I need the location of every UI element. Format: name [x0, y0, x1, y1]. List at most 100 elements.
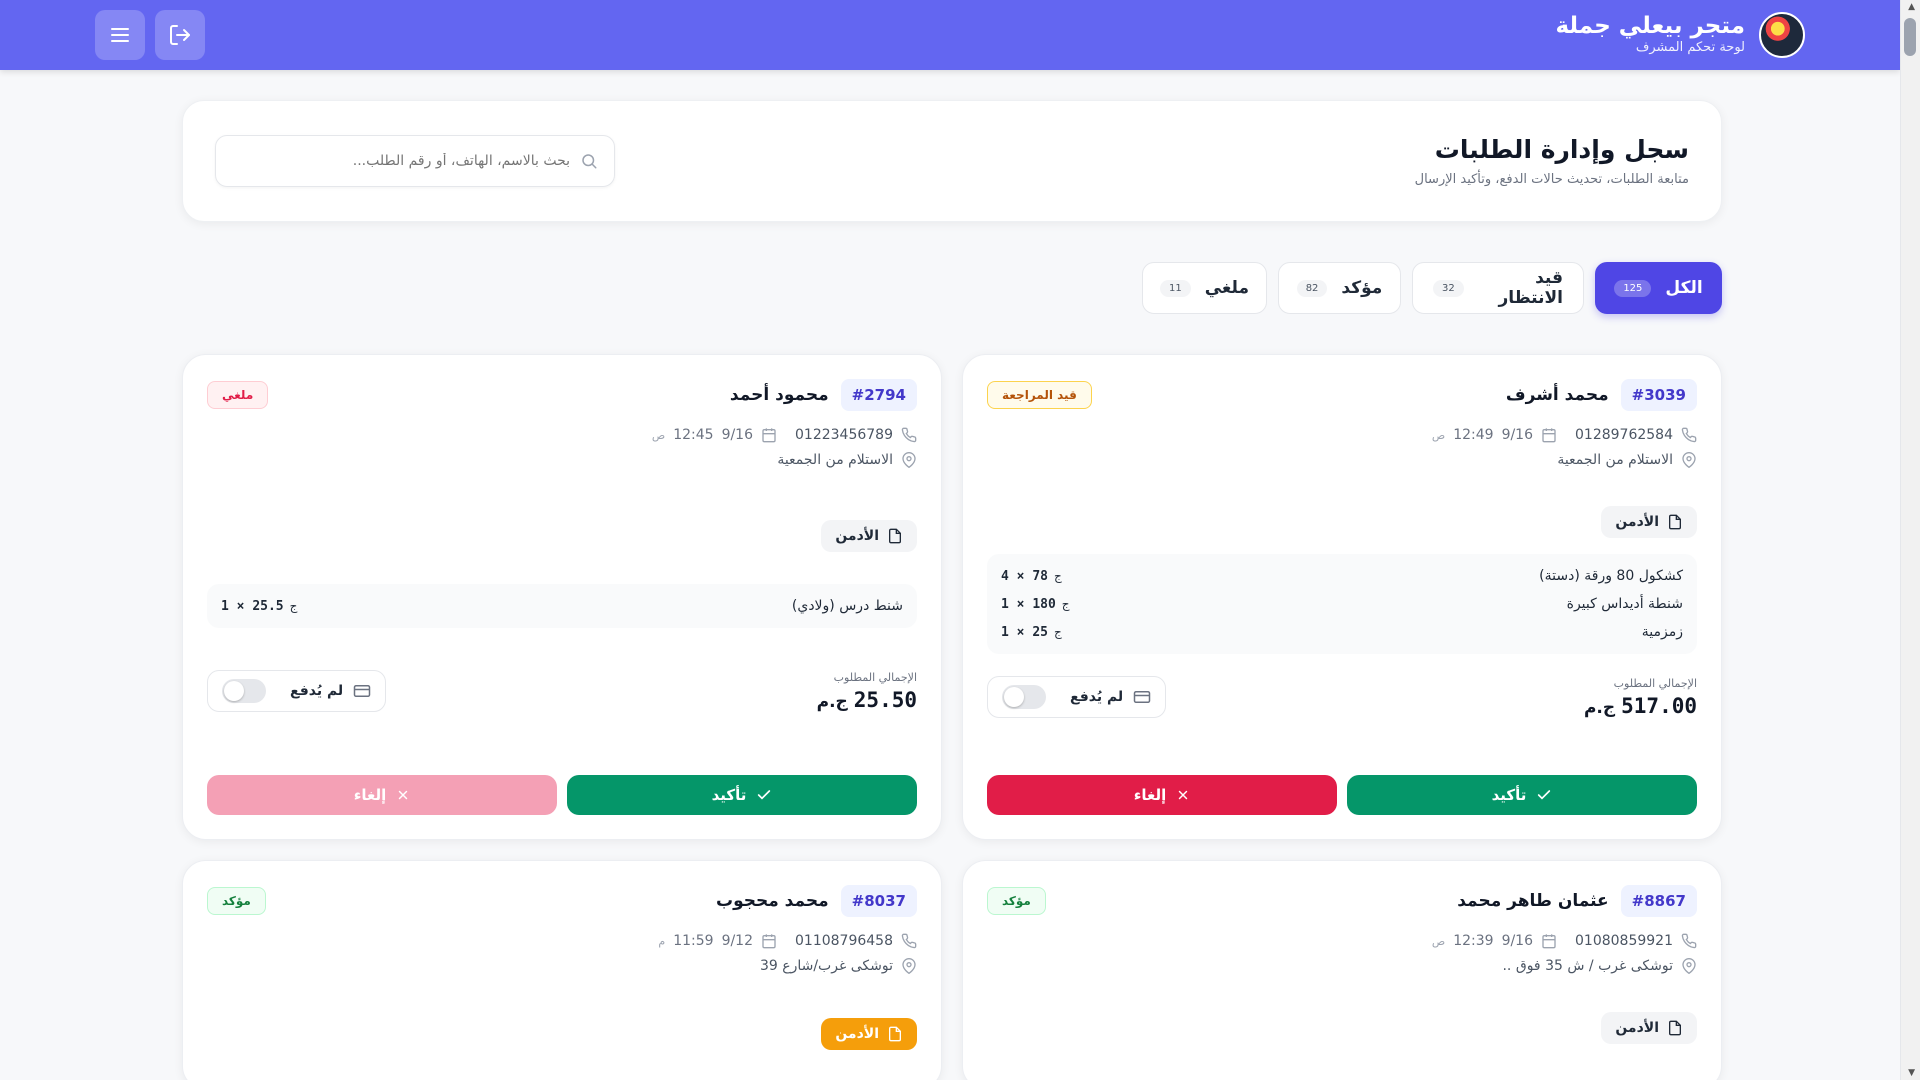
tab-label: ملغي	[1204, 278, 1249, 298]
phone-icon	[1681, 427, 1697, 443]
order-id: #3039	[1620, 379, 1697, 411]
phone-number[interactable]: 01289762584	[1575, 427, 1673, 443]
location-icon	[901, 452, 917, 468]
delivery-location: توشكى غرب/شارع 39	[759, 958, 893, 974]
search-box	[215, 135, 615, 187]
scroll-up-arrow-icon[interactable]: ▲	[1908, 2, 1915, 12]
tab-count: 125	[1614, 279, 1652, 297]
order-id: #8867	[1620, 885, 1697, 917]
calendar-icon	[761, 933, 777, 949]
confirm-button[interactable]: تأكيد	[1347, 775, 1697, 815]
scroll-down-arrow-icon[interactable]: ▼	[1908, 1068, 1915, 1078]
file-icon	[887, 528, 903, 544]
tab-label: قيد الانتظار	[1498, 268, 1563, 308]
item-name: شنطة أديداس كبيرة	[1566, 596, 1683, 612]
list-item: شنط درس (ولادي) ج25.5 × 1	[221, 598, 903, 614]
order-time: 12:45	[673, 427, 714, 443]
phone-number[interactable]: 01223456789	[795, 427, 893, 443]
tab-count: 32	[1433, 279, 1464, 297]
delivery-location: الاستلام من الجمعية	[1557, 452, 1673, 468]
payment-status: لم يُدفع	[207, 670, 387, 712]
item-qty: 1	[1001, 596, 1009, 612]
order-card: #8037 محمد محجوب مؤكد 01108796458 9/12 1…	[182, 860, 942, 1080]
item-price: 180	[1032, 596, 1056, 612]
order-date: 9/16	[721, 427, 754, 443]
phone-number[interactable]: 01108796458	[795, 933, 893, 949]
location-icon	[1681, 452, 1697, 468]
brand-subtitle: لوحة تحكم المشرف	[1635, 40, 1745, 55]
logout-icon	[168, 23, 192, 47]
order-card: #2794 محمود أحمد ملغي 01223456789 9/16 1…	[182, 354, 942, 840]
confirm-button[interactable]: تأكيد	[567, 775, 917, 815]
item-qty: 1	[1001, 624, 1009, 640]
cancel-button[interactable]: إلغاء	[207, 775, 557, 815]
customer-name: محمود أحمد	[729, 385, 829, 405]
order-date: 9/12	[721, 933, 754, 949]
currency: ج.م	[816, 692, 848, 712]
menu-button[interactable]	[95, 10, 145, 60]
order-ampm: ص	[651, 428, 666, 442]
file-icon	[887, 1026, 903, 1042]
delivery-location: الاستلام من الجمعية	[777, 452, 893, 468]
order-meta: 01289762584 9/16 12:49 ص	[987, 427, 1697, 443]
file-icon	[1667, 514, 1683, 530]
total-amount: 25.50	[853, 688, 917, 712]
item-price: 78	[1032, 568, 1048, 584]
payment-toggle[interactable]	[222, 679, 266, 703]
payment-toggle[interactable]	[1002, 685, 1046, 709]
status-badge: ملغي	[207, 381, 269, 409]
status-badge: قيد المراجعة	[987, 381, 1092, 409]
order-ampm: ص	[1431, 428, 1446, 442]
brand-title: متجر بيعلي جملة	[1555, 13, 1745, 39]
item-name: شنط درس (ولادي)	[791, 598, 903, 614]
search-icon	[580, 152, 598, 170]
scroll-thumb[interactable]	[1904, 18, 1916, 56]
payment-label: لم يُدفع	[1070, 689, 1124, 705]
item-qty: 4	[1001, 568, 1009, 584]
delivery-location: توشكى غرب / ش 35 فوق ..	[1502, 958, 1673, 974]
search-input[interactable]	[232, 153, 570, 169]
order-time: 11:59	[673, 933, 714, 949]
top-bar: متجر بيعلي جملة لوحة تحكم المشرف	[0, 0, 1900, 70]
order-meta: 01080859921 9/16 12:39 ص	[987, 933, 1697, 949]
list-item: زمزمية ج25 × 1	[1001, 624, 1683, 640]
currency: ج.م	[1583, 698, 1616, 718]
admin-badge[interactable]: الأدمن	[1601, 1012, 1697, 1044]
admin-badge[interactable]: الأدمن	[1601, 506, 1697, 538]
tab-all[interactable]: الكل 125	[1595, 262, 1722, 314]
total-label: الإجمالي المطلوب	[833, 671, 917, 684]
tab-pending[interactable]: قيد الانتظار 32	[1412, 262, 1584, 314]
tab-cancelled[interactable]: ملغي 11	[1142, 262, 1267, 314]
list-item: شنطة أديداس كبيرة ج180 × 1	[1001, 596, 1683, 612]
orders-grid: #3039 محمد أشرف قيد المراجعة 01289762584…	[182, 354, 1722, 1080]
cancel-button[interactable]: إلغاء	[987, 775, 1337, 815]
calendar-icon	[1541, 427, 1557, 443]
order-ampm: م	[658, 934, 666, 948]
order-meta: 01223456789 9/16 12:45 ص	[207, 427, 917, 443]
brand: متجر بيعلي جملة لوحة تحكم المشرف	[1555, 12, 1805, 58]
total-amount: 517.00	[1621, 694, 1697, 718]
orders-header-card: سجل وإدارة الطلبات متابعة الطلبات، تحديث…	[182, 100, 1722, 222]
item-price: 25.5	[252, 598, 284, 614]
status-tabs: الكل 125 قيد الانتظار 32 مؤكد 82 ملغي 11	[182, 262, 1722, 314]
admin-badge[interactable]: الأدمن	[821, 1018, 917, 1050]
close-icon	[396, 788, 410, 802]
order-card: #3039 محمد أشرف قيد المراجعة 01289762584…	[962, 354, 1722, 840]
admin-badge[interactable]: الأدمن	[821, 520, 917, 552]
status-badge: مؤكد	[207, 887, 266, 915]
list-item: كشكول 80 ورقة (دستة) ج78 × 4	[1001, 568, 1683, 584]
customer-name: محمد محجوب	[715, 891, 829, 911]
page-subtitle: متابعة الطلبات، تحديث حالات الدفع، وتأكي…	[1414, 172, 1689, 187]
order-date: 9/16	[1501, 427, 1534, 443]
scrollbar[interactable]: ▲ ▼	[1900, 0, 1920, 1080]
logout-button[interactable]	[155, 10, 205, 60]
tab-confirmed[interactable]: مؤكد 82	[1278, 262, 1401, 314]
close-icon	[1176, 788, 1190, 802]
phone-number[interactable]: 01080859921	[1575, 933, 1673, 949]
order-items: شنط درس (ولادي) ج25.5 × 1	[207, 584, 917, 628]
tab-label: الكل	[1665, 278, 1703, 298]
calendar-icon	[761, 427, 777, 443]
file-icon	[1667, 1020, 1683, 1036]
credit-card-icon	[1133, 688, 1151, 706]
customer-name: محمد أشرف	[1505, 385, 1609, 405]
